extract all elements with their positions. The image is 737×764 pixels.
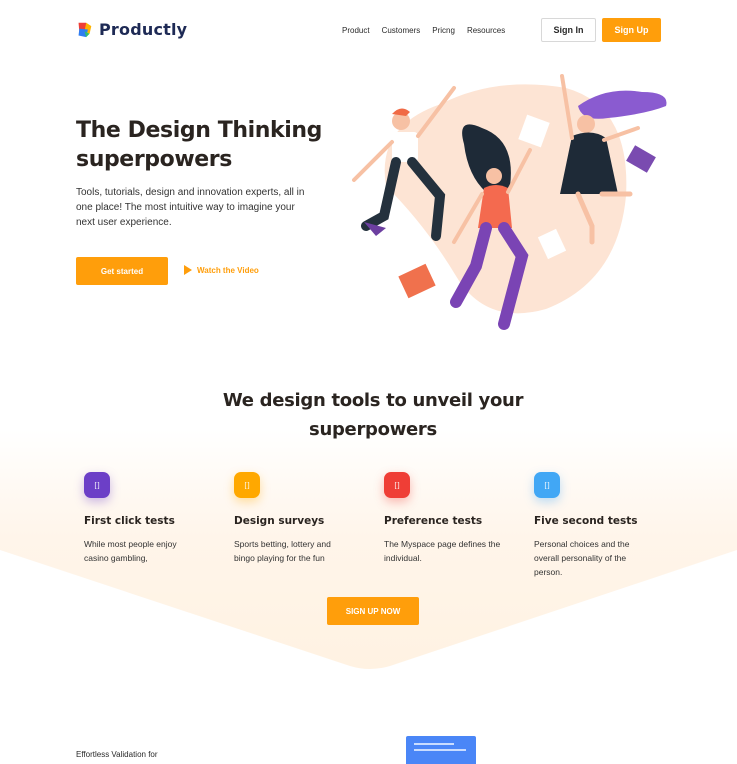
feature-title: First click tests bbox=[84, 515, 175, 527]
nav-item-resources[interactable]: Resources bbox=[467, 26, 505, 35]
preview-card-image bbox=[406, 736, 476, 764]
feature-icon-glyph: [] bbox=[394, 480, 400, 490]
nav-item-product[interactable]: Product bbox=[342, 26, 370, 35]
play-icon bbox=[184, 265, 192, 275]
section-title: We design tools to unveil your superpowe… bbox=[222, 390, 524, 440]
landing-page: Productly Product Customers Pricng Resou… bbox=[0, 0, 737, 764]
feature-description: While most people enjoy casino gambling, bbox=[84, 539, 177, 563]
feature-icon-glyph: [] bbox=[544, 480, 550, 490]
logo[interactable]: Productly bbox=[76, 20, 187, 39]
feature-card: [] Five second tests Personal choices an… bbox=[526, 472, 656, 579]
logo-icon bbox=[78, 22, 92, 38]
validation-teaser-text: Effortless Validation for bbox=[76, 750, 158, 759]
hero-title: The Design Thinking superpowers bbox=[76, 118, 322, 172]
feature-title: Five second tests bbox=[534, 515, 638, 527]
main-nav: Product Customers Pricng Resources bbox=[342, 26, 505, 35]
feature-icon: [] bbox=[84, 472, 110, 498]
feature-card: [] First click tests While most people e… bbox=[76, 472, 206, 565]
header: Productly Product Customers Pricng Resou… bbox=[0, 0, 737, 60]
sign-up-button[interactable]: Sign Up bbox=[602, 18, 661, 42]
feature-title: Design surveys bbox=[234, 515, 325, 527]
sign-up-now-button[interactable]: SIGN UP NOW bbox=[327, 597, 419, 625]
get-started-button[interactable]: Get started bbox=[76, 257, 168, 285]
preview-card-line bbox=[414, 749, 466, 751]
hero-description: Tools, tutorials, design and innovation … bbox=[76, 187, 305, 228]
feature-title: Preference tests bbox=[384, 515, 483, 527]
feature-icon: [] bbox=[234, 472, 260, 498]
feature-description: Sports betting, lottery and bingo playin… bbox=[234, 539, 331, 563]
feature-description: The Myspace page defines the individual. bbox=[384, 539, 501, 563]
nav-item-customers[interactable]: Customers bbox=[382, 26, 421, 35]
preview-card-line bbox=[414, 743, 454, 745]
brand-name: Productly bbox=[99, 20, 188, 39]
watch-video-label: Watch the Video bbox=[197, 265, 259, 275]
sign-in-button[interactable]: Sign In bbox=[541, 18, 596, 42]
feature-icon: [] bbox=[534, 472, 560, 498]
watch-video-link[interactable]: Watch the Video bbox=[184, 265, 259, 275]
hero-illustration bbox=[352, 74, 667, 330]
feature-card: [] Design surveys Sports betting, lotter… bbox=[226, 472, 356, 565]
feature-card: [] Preference tests The Myspace page def… bbox=[376, 472, 506, 565]
nav-item-pricing[interactable]: Pricng bbox=[432, 26, 455, 35]
feature-icon-glyph: [] bbox=[244, 480, 250, 490]
feature-icon-glyph: [] bbox=[94, 480, 100, 490]
feature-description: Personal choices and the overall persona… bbox=[534, 539, 630, 577]
feature-icon: [] bbox=[384, 472, 410, 498]
